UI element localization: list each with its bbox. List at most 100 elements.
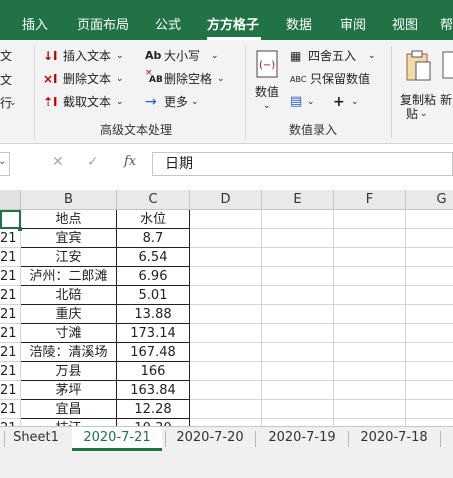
cell-d[interactable] — [190, 362, 262, 381]
table-row[interactable]: 21 茅坪 163.84 — [0, 381, 453, 400]
cell-e[interactable] — [262, 362, 334, 381]
cell-f[interactable] — [334, 267, 406, 286]
cell-c[interactable]: 5.01 — [117, 286, 190, 305]
tab-help-partial[interactable]: 帮 — [440, 14, 453, 40]
tab-page-layout[interactable]: 页面布局 — [77, 14, 129, 40]
cell-c[interactable]: 水位 — [117, 210, 190, 229]
table-row[interactable]: 21 重庆 13.88 — [0, 305, 453, 324]
cell-b[interactable]: 枝江 — [21, 419, 117, 426]
cell-a[interactable]: 21 — [0, 267, 21, 286]
sheet-tab-2020-7-21[interactable]: 2020-7-21 — [72, 427, 162, 451]
cell-g[interactable] — [406, 267, 453, 286]
cancel-icon[interactable]: ✕ — [52, 154, 64, 170]
table-row[interactable]: 21 宜昌 12.28 — [0, 400, 453, 419]
cell-e[interactable] — [262, 286, 334, 305]
insert-function-icon[interactable]: fx — [124, 154, 136, 169]
cell-a[interactable]: 21 — [0, 229, 21, 248]
cell-a[interactable]: 21 — [0, 248, 21, 267]
partial-item-1[interactable]: 文 — [0, 48, 12, 64]
cell-b[interactable]: 泸州：二郎滩 — [21, 267, 117, 286]
table-row[interactable]: 21 宜宾 8.7 — [0, 229, 453, 248]
tab-view[interactable]: 视图 — [392, 14, 418, 40]
table-row[interactable]: 21 江安 6.54 — [0, 248, 453, 267]
tab-formulas[interactable]: 公式 — [155, 14, 181, 40]
copy-paste-button[interactable]: 复制粘 贴 ⌄ — [398, 48, 438, 121]
formula-input[interactable]: 日期 — [152, 152, 453, 176]
cell-d[interactable] — [190, 305, 262, 324]
cell-b[interactable]: 寸滩 — [21, 324, 117, 343]
cell-f[interactable] — [334, 210, 406, 229]
cell-d[interactable] — [190, 229, 262, 248]
cell-b[interactable]: 地点 — [21, 210, 117, 229]
cell-c[interactable]: 10.30 — [117, 419, 190, 426]
cell-c[interactable]: 167.48 — [117, 343, 190, 362]
cell-d[interactable] — [190, 248, 262, 267]
cell-a[interactable]: 21 — [0, 400, 21, 419]
table-row[interactable]: 21枝江10.30 — [0, 419, 453, 426]
cell-d[interactable] — [190, 286, 262, 305]
cell-f[interactable] — [334, 381, 406, 400]
cell-e[interactable] — [262, 419, 334, 426]
cell-f[interactable] — [334, 286, 406, 305]
cell-e[interactable] — [262, 305, 334, 324]
cell-g[interactable] — [406, 210, 453, 229]
sheet-tab-2020-7-19[interactable]: 2020-7-19 — [258, 427, 346, 451]
cell-f[interactable] — [334, 400, 406, 419]
cell-g[interactable] — [406, 400, 453, 419]
cell-g[interactable] — [406, 229, 453, 248]
cell-g[interactable] — [406, 248, 453, 267]
cell-a[interactable]: 21 — [0, 305, 21, 324]
cell-a[interactable]: 21 — [0, 286, 21, 305]
cell-e[interactable] — [262, 267, 334, 286]
cell-e[interactable] — [262, 229, 334, 248]
cell-g[interactable] — [406, 343, 453, 362]
cell-g[interactable] — [406, 419, 453, 426]
column-header-d[interactable]: D — [190, 190, 262, 210]
column-header-e[interactable]: E — [262, 190, 334, 210]
cell-e[interactable] — [262, 343, 334, 362]
cell-e[interactable] — [262, 324, 334, 343]
partial-item-2[interactable]: 文 — [0, 72, 12, 88]
cell-a[interactable]: 21 — [0, 419, 21, 426]
new-button-partial[interactable]: 新 — [440, 48, 453, 118]
cell-a[interactable]: 21 — [0, 362, 21, 381]
cell-g[interactable] — [406, 381, 453, 400]
cell-g[interactable] — [406, 362, 453, 381]
cell-a[interactable]: 21 — [0, 324, 21, 343]
cell-d[interactable] — [190, 400, 262, 419]
values-button[interactable]: (−) 数值 ⌄ — [251, 48, 285, 118]
tab-insert[interactable]: 插入 — [22, 14, 48, 40]
cell-c[interactable]: 13.88 — [117, 305, 190, 324]
column-header-a-partial[interactable] — [0, 190, 21, 210]
cell-b[interactable]: 涪陵：清溪场 — [21, 343, 117, 362]
cell-f[interactable] — [334, 419, 406, 426]
tab-data[interactable]: 数据 — [286, 14, 312, 40]
table-row[interactable]: 21 北碚 5.01 — [0, 286, 453, 305]
column-header-c[interactable]: C — [117, 190, 190, 210]
column-header-f[interactable]: F — [334, 190, 406, 210]
table-row[interactable]: 21 泸州：二郎滩 6.96 — [0, 267, 453, 286]
table-row[interactable]: 地点 水位 — [0, 210, 453, 229]
cell-c[interactable]: 8.7 — [117, 229, 190, 248]
cell-f[interactable] — [334, 229, 406, 248]
cell-b[interactable]: 宜昌 — [21, 400, 117, 419]
cell-c[interactable]: 166 — [117, 362, 190, 381]
cell-c[interactable]: 6.54 — [117, 248, 190, 267]
cell-f[interactable] — [334, 305, 406, 324]
column-header-g[interactable]: G — [406, 190, 453, 210]
cell-f[interactable] — [334, 324, 406, 343]
column-header-b[interactable]: B — [21, 190, 117, 210]
cell-g[interactable] — [406, 324, 453, 343]
cell-a[interactable]: 21 — [0, 343, 21, 362]
cell-b[interactable]: 茅坪 — [21, 381, 117, 400]
cell-c[interactable]: 6.96 — [117, 267, 190, 286]
cell-b[interactable]: 江安 — [21, 248, 117, 267]
sheet-tab-2020-7-20[interactable]: 2020-7-20 — [166, 427, 254, 451]
table-row[interactable]: 21 寸滩 173.14 — [0, 324, 453, 343]
cell-d[interactable] — [190, 343, 262, 362]
table-row[interactable]: 21 涪陵：清溪场 167.48 — [0, 343, 453, 362]
cell-d[interactable] — [190, 267, 262, 286]
table-row[interactable]: 21 万县 166 — [0, 362, 453, 381]
cell-a[interactable]: 21 — [0, 381, 21, 400]
sheet-tab-2020-7-18[interactable]: 2020-7-18 — [350, 427, 438, 451]
